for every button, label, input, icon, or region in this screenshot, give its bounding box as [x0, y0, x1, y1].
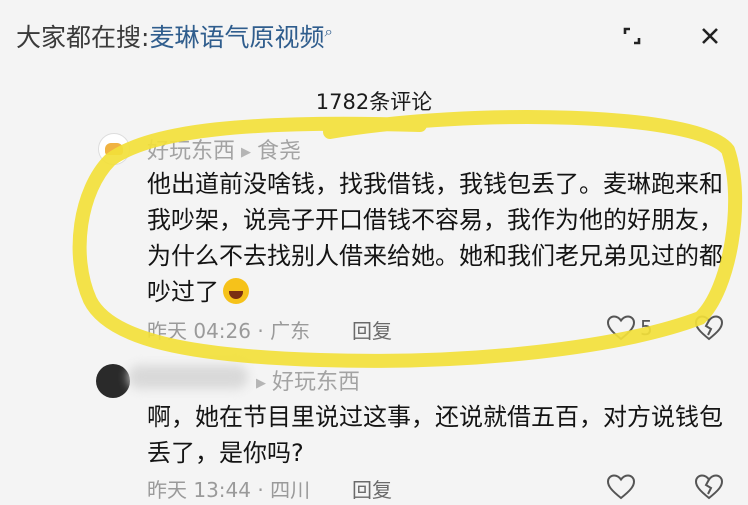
- comment-footer: 昨天 13:44 · 四川: [147, 478, 311, 502]
- comment-footer: 昨天 04:26 · 广东: [147, 319, 311, 343]
- comment-time: 昨天 04:26: [147, 319, 251, 343]
- author-name[interactable]: 好玩东西: [147, 139, 235, 164]
- avatar[interactable]: [96, 364, 130, 398]
- reply-to-name[interactable]: 食尧: [257, 139, 301, 164]
- like-button[interactable]: [606, 473, 636, 505]
- like-count: 5: [640, 316, 653, 340]
- dislike-button[interactable]: [694, 314, 724, 346]
- heart-icon: [606, 315, 636, 341]
- logo-icon: [105, 143, 123, 155]
- like-button[interactable]: [606, 314, 636, 346]
- reply-arrow-icon: ▶: [241, 144, 252, 160]
- broken-heart-icon: [694, 474, 724, 500]
- search-term[interactable]: 麦琳语气原视频: [149, 23, 324, 52]
- close-button[interactable]: [690, 16, 730, 56]
- reply-button[interactable]: 回复: [352, 315, 392, 344]
- reply-arrow-icon: ▶: [256, 375, 266, 391]
- search-suggestion[interactable]: 大家都在搜:麦琳语气原视频⌕: [16, 18, 333, 54]
- laughing-emoji-icon: [223, 278, 249, 304]
- reply-button[interactable]: 回复: [352, 474, 392, 503]
- close-icon: [702, 28, 718, 44]
- dislike-button[interactable]: [694, 473, 724, 505]
- search-prefix: 大家都在搜:: [16, 23, 150, 52]
- comment-count: 1782条评论: [315, 90, 433, 114]
- comment-location: 广东: [270, 319, 311, 343]
- reply-to-name[interactable]: 好玩东西: [272, 370, 360, 395]
- comment-author-line: ▶ 好玩东西: [250, 364, 360, 396]
- search-icon: ⌕: [324, 22, 333, 41]
- header: 大家都在搜:麦琳语气原视频⌕: [0, 0, 748, 74]
- comment-author-line: 好玩东西 ▶ 食尧: [147, 133, 301, 165]
- heart-icon: [606, 474, 636, 500]
- expand-icon: [623, 27, 641, 45]
- comment-location: 四川: [270, 478, 311, 502]
- broken-heart-icon: [694, 315, 724, 341]
- avatar[interactable]: [98, 133, 130, 165]
- comment-text: 他出道前没啥钱，找我借钱，我钱包丢了。麦琳跑来和我吵架，说亮子开口借钱不容易，我…: [147, 166, 727, 310]
- comment-text: 啊，她在节目里说过这事，还说就借五百，对方说钱包丢了，是你吗?: [147, 403, 723, 467]
- blurred-username: [128, 365, 248, 389]
- fullscreen-button[interactable]: [612, 16, 652, 56]
- comment-time: 昨天 13:44: [147, 478, 251, 502]
